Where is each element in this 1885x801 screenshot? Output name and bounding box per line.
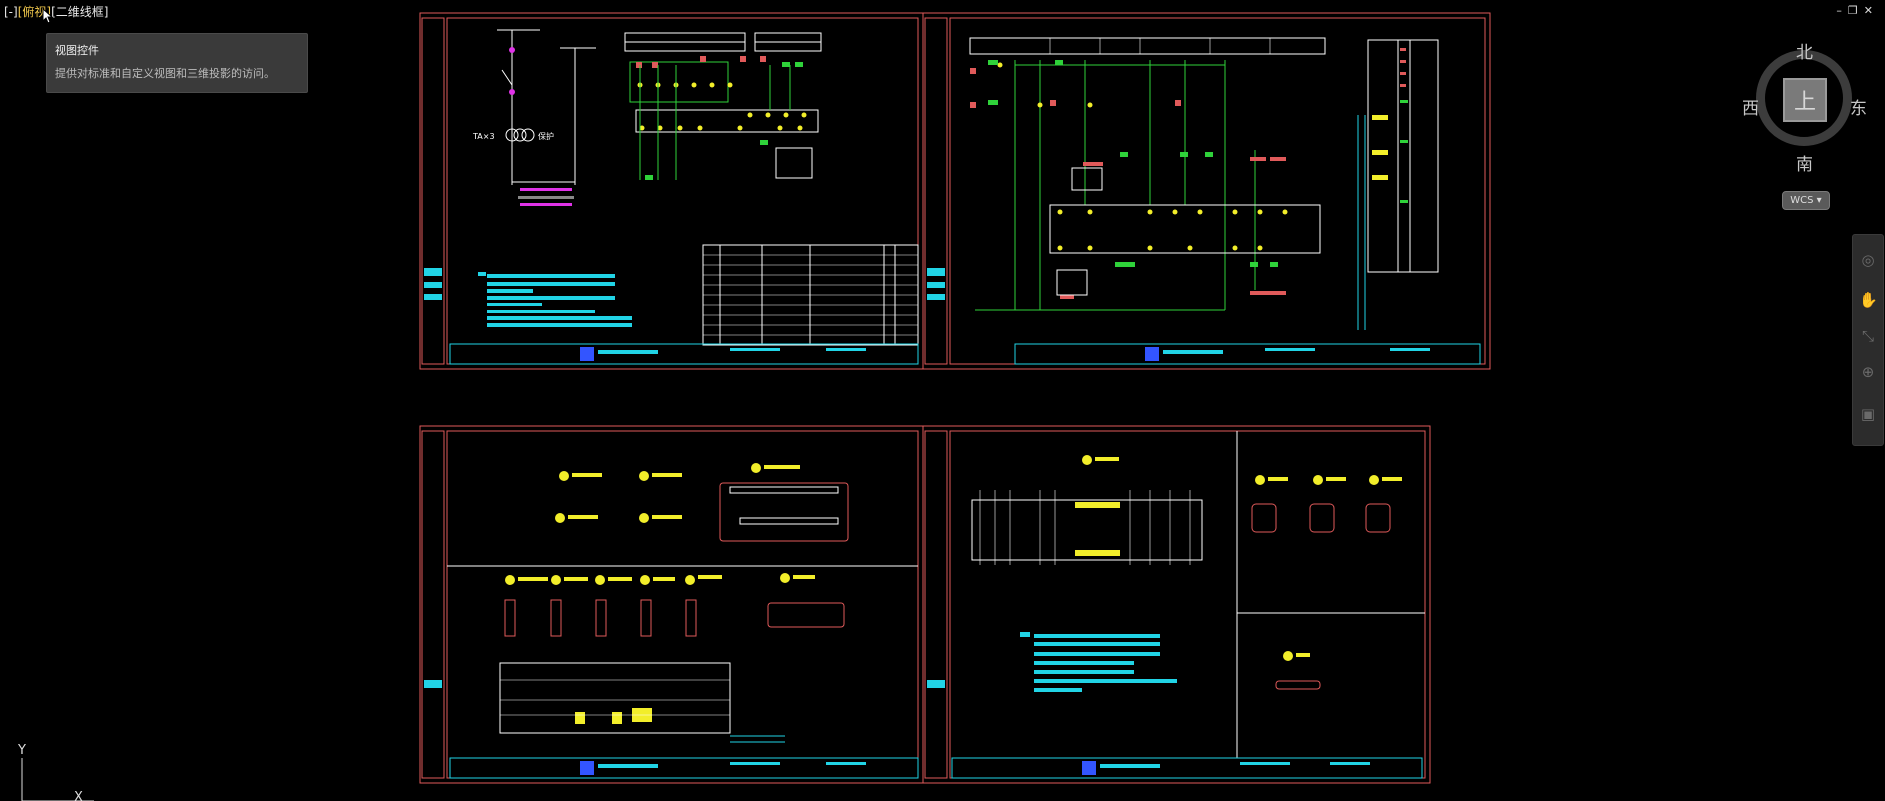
ucs-x-label: X bbox=[74, 790, 83, 801]
svg-text:TA×3: TA×3 bbox=[472, 132, 495, 141]
zoom-icon[interactable]: ⤡ bbox=[1859, 327, 1877, 345]
ucs-icon: Y X bbox=[17, 743, 94, 801]
ucs-y-label: Y bbox=[17, 743, 26, 758]
compass-south[interactable]: 南 bbox=[1796, 150, 1813, 175]
viewcube-top-face[interactable]: 上 bbox=[1783, 78, 1827, 122]
pan-icon[interactable]: ✋ bbox=[1859, 291, 1878, 309]
drawing-sheet-2[interactable] bbox=[922, 12, 1491, 370]
compass-west[interactable]: 西 bbox=[1742, 94, 1759, 119]
orbit-icon[interactable]: ⊕ bbox=[1859, 363, 1877, 381]
drawing-sheet-1[interactable]: TA×3 保护 bbox=[419, 12, 924, 370]
svg-text:保护: 保护 bbox=[538, 131, 554, 141]
wcs-menu-button[interactable]: WCS ▾ bbox=[1782, 191, 1830, 210]
drawing-sheet-3[interactable] bbox=[419, 425, 924, 784]
viewcube[interactable]: 上 北 南 西 东 bbox=[1742, 36, 1867, 175]
navigation-bar: ◎ ✋ ⤡ ⊕ ▣ bbox=[1852, 234, 1884, 446]
drawing-sheet-4[interactable] bbox=[922, 425, 1431, 784]
wcs-label: WCS bbox=[1790, 195, 1814, 206]
showmotion-icon[interactable]: ▣ bbox=[1859, 405, 1877, 423]
steering-wheel-icon[interactable]: ◎ bbox=[1859, 251, 1877, 269]
compass-north[interactable]: 北 bbox=[1796, 38, 1813, 63]
compass-east[interactable]: 东 bbox=[1850, 94, 1867, 119]
drawing-canvas[interactable]: TA×3 保护 bbox=[0, 0, 1885, 801]
